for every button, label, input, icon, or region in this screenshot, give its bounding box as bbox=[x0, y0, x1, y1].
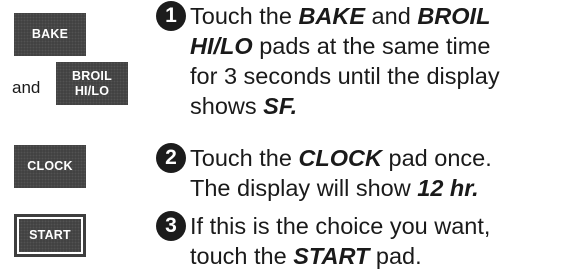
broil-pad-label-line1: BROIL bbox=[72, 69, 112, 84]
instruction-text: and bbox=[365, 3, 418, 29]
step-3-number-badge: 3 bbox=[156, 211, 186, 241]
clock-pad-label: CLOCK bbox=[27, 159, 73, 174]
instruction-text: The display will show bbox=[190, 175, 418, 201]
step-1-text: Touch the BAKE and BROIL HI/LO pads at th… bbox=[190, 1, 500, 121]
instruction-text: shows bbox=[190, 93, 264, 119]
emphasized-term: HI/LO bbox=[190, 33, 253, 59]
bake-pad-label: BAKE bbox=[31, 27, 69, 42]
emphasized-term: BROIL bbox=[417, 3, 491, 29]
and-label: and bbox=[12, 78, 41, 97]
emphasized-term: CLOCK bbox=[298, 145, 382, 171]
step-2-line-2: The display will show 12 hr. bbox=[190, 173, 492, 203]
emphasized-term: SF. bbox=[263, 93, 298, 119]
step-2-number-badge: 2 bbox=[156, 143, 186, 173]
step-1-line-2: HI/LO pads at the same time bbox=[190, 31, 500, 61]
instruction-text: pad. bbox=[369, 243, 422, 269]
instruction-text: If this is the choice you want, bbox=[190, 213, 491, 239]
instruction-text: touch the bbox=[190, 243, 294, 269]
step-2-text: Touch the CLOCK pad once. The display wil… bbox=[190, 143, 492, 203]
step-3-line-2: touch the START pad. bbox=[190, 241, 490, 271]
instruction-text: for 3 seconds until the display bbox=[190, 63, 500, 89]
bake-pad[interactable]: BAKE bbox=[14, 13, 86, 56]
step-1-line-3: for 3 seconds until the display bbox=[190, 61, 500, 91]
instruction-text: Touch the bbox=[190, 3, 299, 29]
broil-pad-label-line2: HI/LO bbox=[74, 83, 110, 98]
clock-pad[interactable]: CLOCK bbox=[14, 145, 86, 188]
emphasized-term: START bbox=[293, 243, 370, 269]
broil-hi-lo-pad[interactable]: BROIL HI/LO bbox=[56, 62, 128, 105]
step-2-line-1: Touch the CLOCK pad once. bbox=[190, 143, 492, 173]
emphasized-term: 12 hr. bbox=[417, 175, 479, 201]
instruction-text: Touch the bbox=[190, 145, 299, 171]
start-pad-label: START bbox=[29, 228, 71, 243]
emphasized-term: BAKE bbox=[298, 3, 366, 29]
step-1-line-4: shows SF. bbox=[190, 91, 500, 121]
step-1-number-badge: 1 bbox=[156, 1, 186, 31]
instruction-text: pads at the same time bbox=[252, 33, 491, 59]
step-1-line-1: Touch the BAKE and BROIL bbox=[190, 1, 500, 31]
step-3-line-1: If this is the choice you want, bbox=[190, 211, 490, 241]
step-3-text: If this is the choice you want, touch the… bbox=[190, 211, 490, 271]
instruction-text: pad once. bbox=[381, 145, 492, 171]
start-pad[interactable]: START bbox=[14, 214, 86, 257]
